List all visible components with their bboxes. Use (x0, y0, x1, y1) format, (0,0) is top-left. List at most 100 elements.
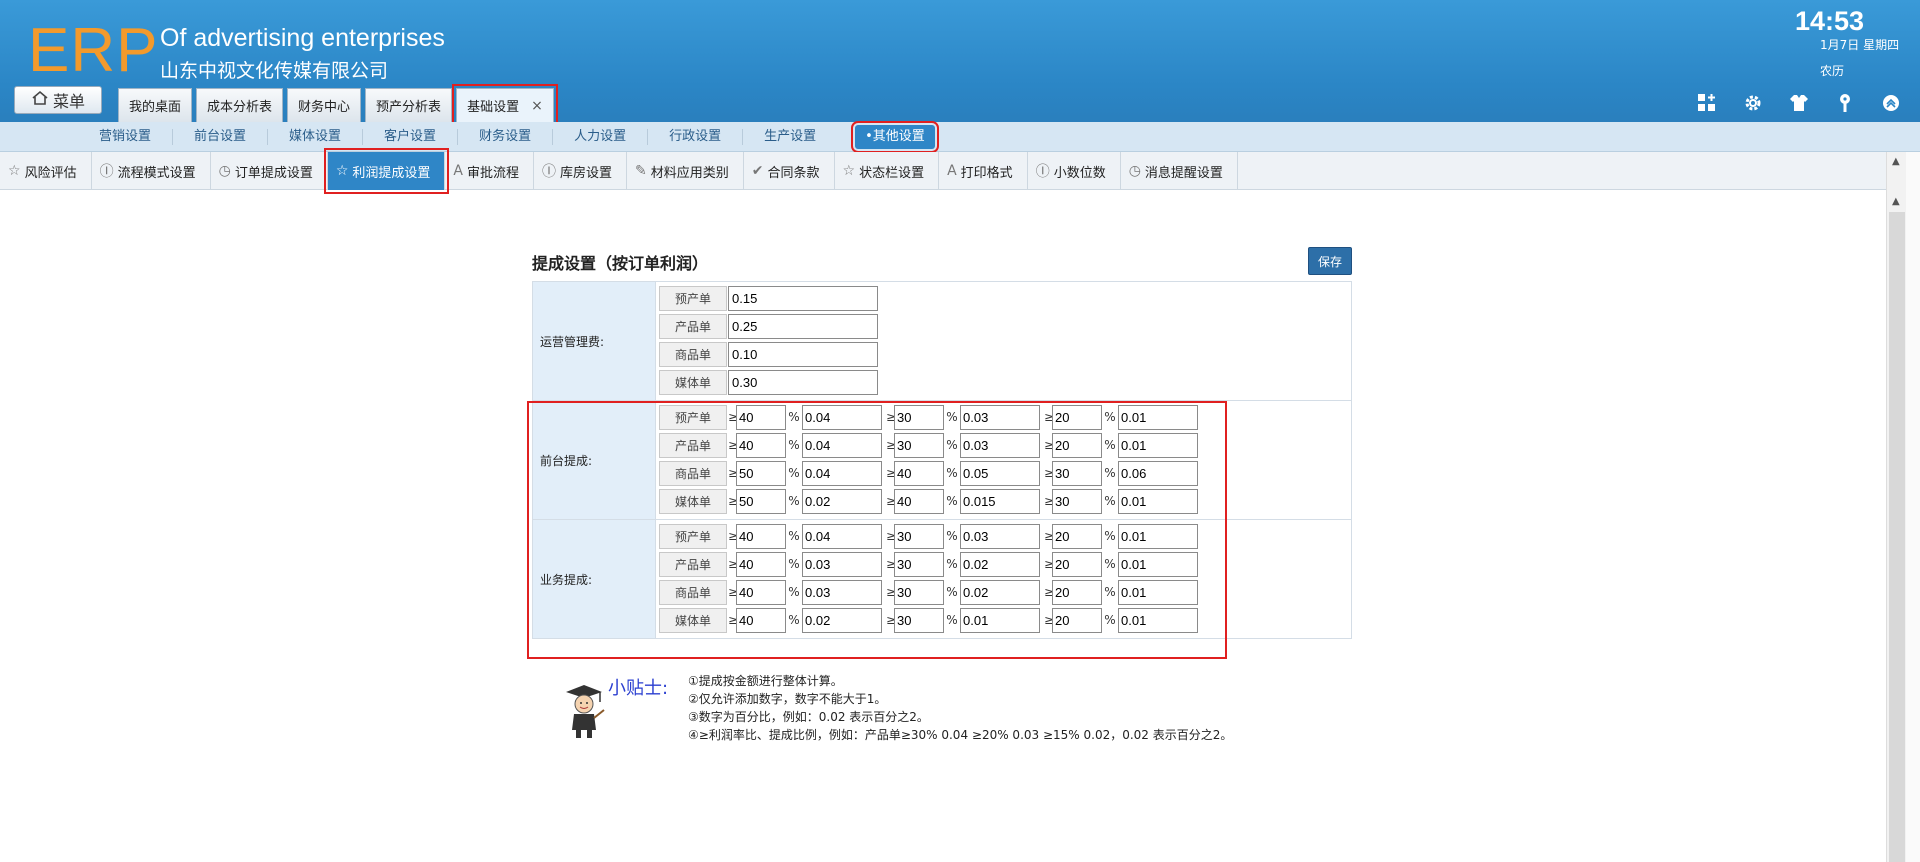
threshold-input[interactable] (894, 488, 944, 514)
nav-material-categories[interactable]: ✎ 材料应用类别 (627, 152, 744, 190)
nav-admin-settings[interactable]: 行政设置 (647, 129, 742, 145)
scroll-up-icon[interactable]: ▲ (1892, 196, 1900, 207)
rate-input[interactable] (1118, 607, 1198, 633)
close-icon[interactable]: × (531, 98, 543, 114)
rate-input[interactable] (960, 579, 1040, 605)
threshold-input[interactable] (894, 432, 944, 458)
rate-input[interactable] (1118, 432, 1198, 458)
threshold-input[interactable] (736, 607, 786, 633)
rate-input[interactable] (802, 579, 882, 605)
threshold-input[interactable] (1052, 579, 1102, 605)
tip-item: ①提成按金额进行整体计算。 (688, 674, 843, 688)
nav-contract-terms[interactable]: ✔ 合同条款 (744, 152, 835, 190)
vertical-scrollbar[interactable]: ▲ ▲ (1886, 152, 1906, 862)
operation-fee-input[interactable] (728, 285, 878, 311)
rate-input[interactable] (802, 432, 882, 458)
operation-fee-input[interactable] (728, 341, 878, 367)
ge-symbol: ≥ (1044, 613, 1055, 627)
tab-finance-center[interactable]: 财务中心 (287, 88, 362, 122)
threshold-input[interactable] (1052, 488, 1102, 514)
threshold-input[interactable] (736, 460, 786, 486)
shirt-icon[interactable] (1786, 90, 1812, 116)
nav-media-settings[interactable]: 媒体设置 (267, 129, 362, 145)
threshold-input[interactable] (736, 488, 786, 514)
menu-button[interactable]: 菜单 (14, 86, 102, 114)
threshold-input[interactable] (736, 432, 786, 458)
threshold-input[interactable] (1052, 432, 1102, 458)
rate-input[interactable] (1118, 579, 1198, 605)
lunar-calendar-link[interactable]: 农历 (1820, 62, 1844, 79)
nav-production-settings[interactable]: 生产设置 (742, 129, 837, 145)
rate-input[interactable] (960, 432, 1040, 458)
tab-preproduction-analysis[interactable]: 预产分析表 (365, 88, 453, 122)
rate-input[interactable] (802, 523, 882, 549)
threshold-input[interactable] (1052, 460, 1102, 486)
rate-input[interactable] (802, 460, 882, 486)
percent-symbol: % (788, 410, 800, 424)
threshold-input[interactable] (1052, 551, 1102, 577)
tab-basic-settings[interactable]: 基础设置 × (452, 84, 558, 126)
nav-marketing-settings[interactable]: 营销设置 (78, 129, 172, 145)
gear-icon[interactable] (1740, 90, 1766, 116)
collapse-icon[interactable] (1878, 90, 1904, 116)
threshold-input[interactable] (1052, 607, 1102, 633)
nav-front-settings[interactable]: 前台设置 (172, 129, 267, 145)
nav-approval-flow[interactable]: A 审批流程 (445, 152, 534, 190)
nav-finance-settings[interactable]: 财务设置 (457, 129, 552, 145)
rate-input[interactable] (960, 460, 1040, 486)
threshold-input[interactable] (736, 523, 786, 549)
threshold-input[interactable] (1052, 404, 1102, 430)
percent-symbol: % (1104, 529, 1116, 543)
percent-symbol: % (1104, 466, 1116, 480)
threshold-input[interactable] (894, 523, 944, 549)
rate-input[interactable] (802, 488, 882, 514)
tab-cost-analysis[interactable]: 成本分析表 (196, 88, 284, 122)
threshold-input[interactable] (894, 579, 944, 605)
operation-fee-input[interactable] (728, 369, 878, 395)
nav-risk-assessment[interactable]: ☆ 风险评估 (0, 152, 92, 190)
rate-input[interactable] (1118, 460, 1198, 486)
rate-input[interactable] (1118, 551, 1198, 577)
business-commission-row: 媒体单≥%≥%≥% (659, 606, 1348, 634)
rate-input[interactable] (802, 607, 882, 633)
nav-warehouse-settings[interactable]: Ⓘ 库房设置 (534, 152, 628, 190)
nav-order-commission[interactable]: ◷ 订单提成设置 (211, 152, 328, 190)
threshold-input[interactable] (894, 551, 944, 577)
threshold-input[interactable] (894, 404, 944, 430)
nav-message-reminder[interactable]: ◷ 消息提醒设置 (1121, 152, 1238, 190)
nav-other-settings[interactable]: •其他设置 (851, 121, 939, 153)
rate-input[interactable] (960, 488, 1040, 514)
nav-statusbar-settings[interactable]: ☆ 状态栏设置 (835, 152, 940, 190)
rate-input[interactable] (1118, 488, 1198, 514)
scroll-thumb[interactable] (1889, 212, 1905, 862)
nav-hr-settings[interactable]: 人力设置 (552, 129, 647, 145)
nav-print-format[interactable]: A 打印格式 (939, 152, 1028, 190)
threshold-input[interactable] (894, 607, 944, 633)
operation-fee-input[interactable] (728, 313, 878, 339)
tab-my-desktop[interactable]: 我的桌面 (118, 88, 193, 122)
key-icon[interactable] (1832, 90, 1858, 116)
rate-input[interactable] (960, 551, 1040, 577)
rate-input[interactable] (960, 523, 1040, 549)
threshold-input[interactable] (1052, 523, 1102, 549)
nav-decimal-places[interactable]: Ⓘ 小数位数 (1028, 152, 1121, 190)
rate-input[interactable] (802, 404, 882, 430)
nav-customer-settings[interactable]: 客户设置 (362, 129, 457, 145)
business-commission-row: 商品单≥%≥%≥% (659, 578, 1348, 606)
threshold-input[interactable] (736, 579, 786, 605)
threshold-input[interactable] (736, 404, 786, 430)
scroll-up-icon[interactable]: ▲ (1892, 156, 1900, 167)
rate-input[interactable] (960, 607, 1040, 633)
rate-input[interactable] (1118, 523, 1198, 549)
threshold-input[interactable] (894, 460, 944, 486)
nav-process-mode[interactable]: Ⓘ 流程模式设置 (92, 152, 211, 190)
save-button[interactable]: 保存 (1308, 247, 1352, 275)
grid-add-icon[interactable] (1694, 90, 1720, 116)
threshold-input[interactable] (736, 551, 786, 577)
rate-input[interactable] (802, 551, 882, 577)
rate-input[interactable] (960, 404, 1040, 430)
rate-input[interactable] (1118, 404, 1198, 430)
order-type-label: 产品单 (659, 313, 727, 339)
nav-profit-commission[interactable]: ☆ 利润提成设置 (323, 148, 450, 194)
header-toolbar (1694, 90, 1904, 116)
